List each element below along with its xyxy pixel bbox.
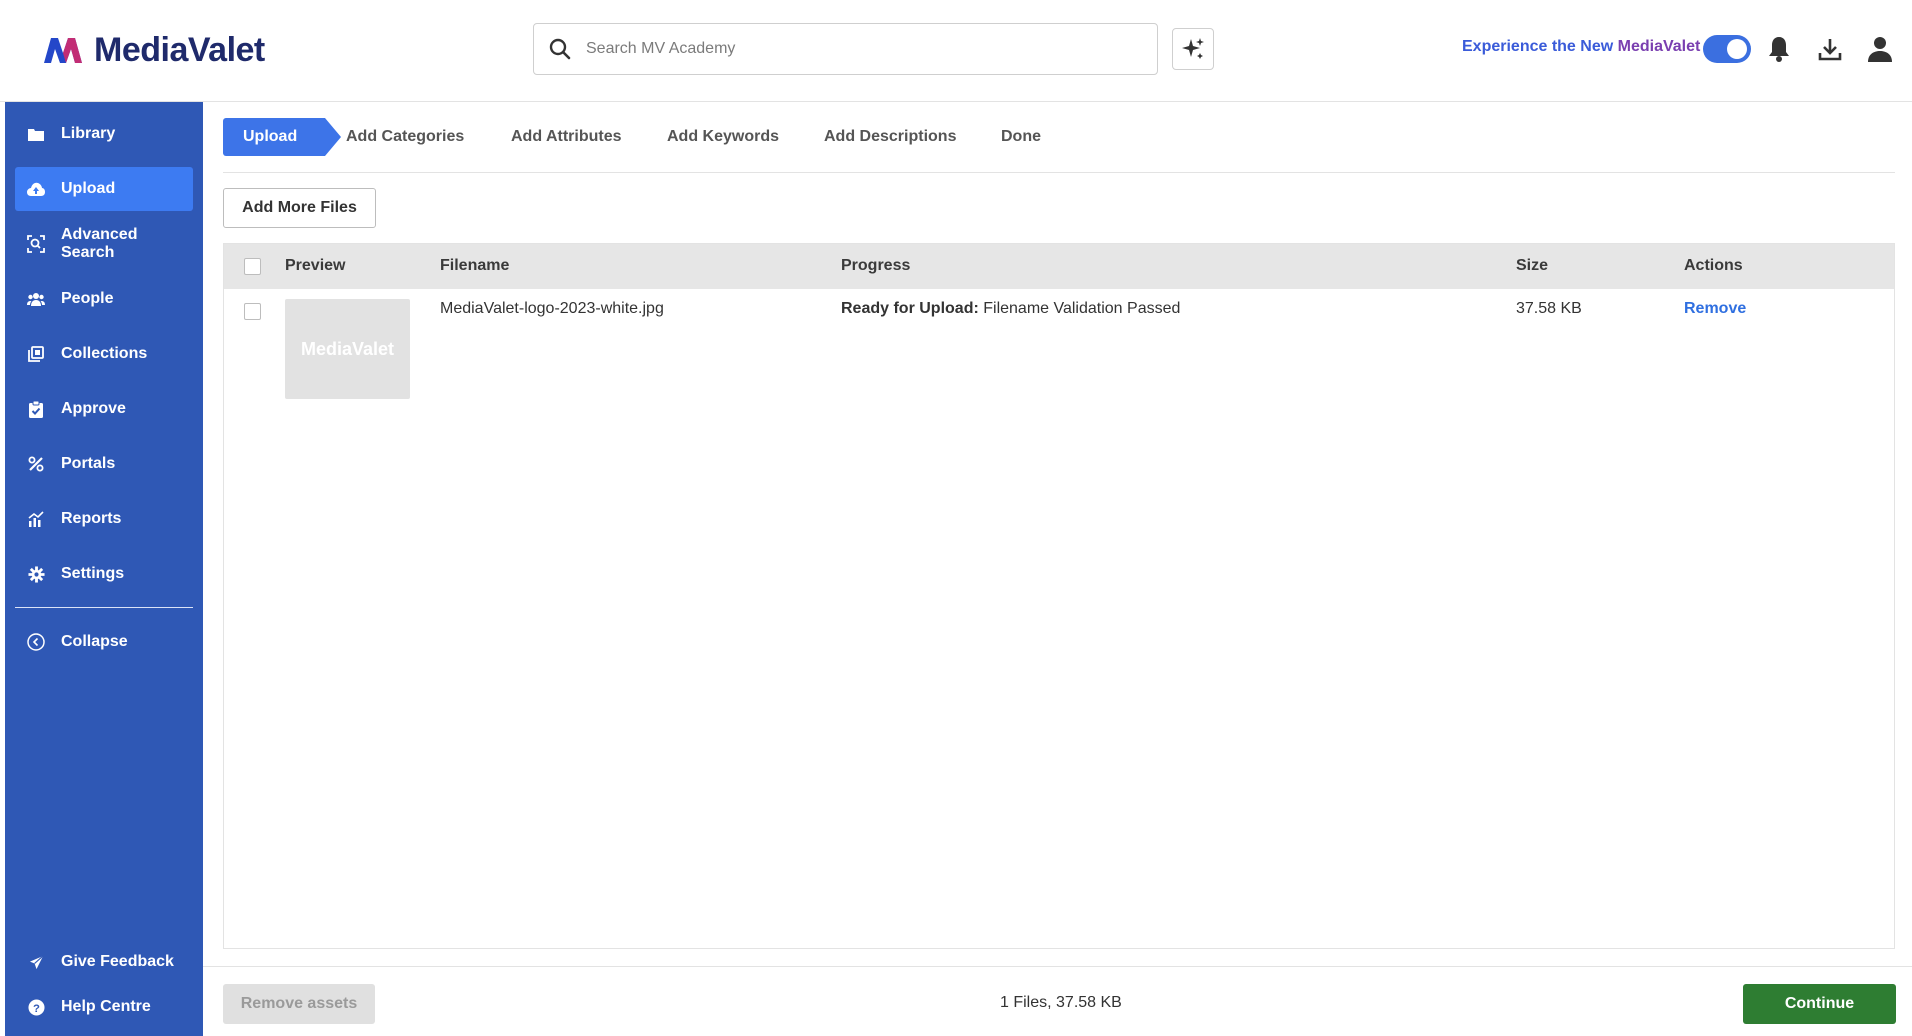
bell-icon[interactable] bbox=[1764, 33, 1794, 65]
svg-text:?: ? bbox=[33, 1002, 40, 1014]
sidebar-item-reports[interactable]: Reports bbox=[15, 497, 193, 541]
upload-steps: Upload bbox=[223, 118, 342, 156]
thumbnail-logo-text: MediaValet bbox=[300, 338, 395, 359]
sparkle-icon bbox=[1182, 38, 1204, 59]
sidebar-item-portals[interactable]: Portals bbox=[15, 442, 193, 486]
portals-icon bbox=[27, 455, 45, 473]
sidebar-collapse-button[interactable]: Collapse bbox=[15, 620, 193, 664]
remove-assets-button[interactable]: Remove assets bbox=[223, 984, 375, 1024]
toggle-knob bbox=[1727, 39, 1747, 59]
search-box[interactable] bbox=[533, 23, 1158, 75]
row-checkbox[interactable] bbox=[244, 303, 261, 320]
step-upload[interactable]: Upload bbox=[223, 118, 342, 156]
sidebar-item-label: Portals bbox=[61, 455, 116, 472]
mediavalet-logo-mark-icon bbox=[44, 38, 82, 63]
select-all-checkbox[interactable] bbox=[244, 258, 261, 275]
sidebar-item-library[interactable]: Library bbox=[15, 112, 193, 156]
sidebar-item-label: Reports bbox=[61, 510, 122, 527]
sidebar-item-people[interactable]: People bbox=[15, 277, 193, 321]
upload-summary: 1 Files, 37.58 KB bbox=[1000, 994, 1122, 1011]
progress-detail: Filename Validation Passed bbox=[978, 300, 1181, 317]
help-label: Help Centre bbox=[61, 998, 151, 1015]
sidebar-divider bbox=[15, 607, 193, 608]
upload-files-table: Preview Filename Progress Size Actions M… bbox=[223, 243, 1895, 949]
top-header: MediaValet Experience the New MediaValet bbox=[0, 0, 1912, 102]
row-progress: Ready for Upload: Filename Validation Pa… bbox=[841, 300, 1180, 318]
step-add-descriptions[interactable]: Add Descriptions bbox=[824, 128, 956, 146]
footer-divider bbox=[203, 966, 1912, 967]
ai-search-button[interactable] bbox=[1172, 28, 1214, 70]
help-icon: ? bbox=[27, 998, 45, 1016]
row-size: 37.58 KB bbox=[1516, 300, 1582, 317]
continue-button[interactable]: Continue bbox=[1743, 984, 1896, 1024]
search-icon bbox=[534, 37, 586, 61]
add-more-files-button[interactable]: Add More Files bbox=[223, 188, 376, 228]
row-filename: MediaValet-logo-2023-white.jpg bbox=[440, 300, 664, 317]
sidebar-item-label: Library bbox=[61, 125, 116, 142]
step-add-categories[interactable]: Add Categories bbox=[346, 128, 464, 146]
experience-new-label: Experience the New MediaValet bbox=[1462, 38, 1700, 56]
column-header-actions: Actions bbox=[1684, 257, 1743, 274]
send-icon bbox=[27, 953, 45, 971]
sidebar-item-upload[interactable]: Upload bbox=[15, 167, 193, 211]
sidebar-item-label: Upload bbox=[61, 180, 116, 197]
sidebar-item-approve[interactable]: Approve bbox=[15, 387, 193, 431]
chart-icon bbox=[27, 510, 45, 528]
sidebar-item-label: Advanced Search bbox=[61, 226, 138, 261]
sidebar-item-collections[interactable]: Collections bbox=[15, 332, 193, 376]
new-experience-toggle[interactable] bbox=[1703, 35, 1751, 63]
sidebar-item-settings[interactable]: Settings bbox=[15, 552, 193, 596]
sidebar-item-label: Settings bbox=[61, 565, 125, 582]
folder-icon bbox=[27, 125, 45, 143]
column-header-preview: Preview bbox=[285, 257, 346, 274]
experience-label-text: Experience the New bbox=[1462, 38, 1618, 55]
gear-icon bbox=[27, 565, 45, 583]
give-feedback-link[interactable]: Give Feedback bbox=[15, 940, 193, 984]
sidebar-item-advanced-search[interactable]: Advanced Search bbox=[15, 222, 193, 266]
logo-text: MediaValet bbox=[94, 30, 265, 69]
chevron-left-circle-icon bbox=[27, 633, 45, 651]
cloud-upload-icon bbox=[27, 180, 45, 198]
advanced-search-icon bbox=[27, 235, 45, 253]
sidebar-item-label: Approve bbox=[61, 400, 126, 417]
sidebar-nav: Library Upload Advanced Search People Co… bbox=[5, 102, 203, 1036]
asset-thumbnail[interactable]: MediaValet bbox=[285, 299, 410, 399]
help-centre-link[interactable]: ? Help Centre bbox=[15, 985, 193, 1029]
user-icon[interactable] bbox=[1865, 33, 1895, 65]
column-header-filename: Filename bbox=[440, 257, 510, 274]
step-add-keywords[interactable]: Add Keywords bbox=[667, 128, 779, 146]
experience-label-brand: MediaValet bbox=[1617, 38, 1701, 55]
column-header-progress: Progress bbox=[841, 257, 911, 274]
progress-status: Ready for Upload: bbox=[841, 300, 979, 317]
collections-icon bbox=[27, 345, 45, 363]
search-input[interactable] bbox=[586, 40, 1126, 58]
remove-link[interactable]: Remove bbox=[1684, 300, 1746, 318]
people-icon bbox=[27, 290, 45, 308]
sidebar-item-label: Collections bbox=[61, 345, 148, 362]
clipboard-check-icon bbox=[27, 400, 45, 418]
mediavalet-logo[interactable]: MediaValet bbox=[42, 30, 265, 70]
table-header: Preview Filename Progress Size Actions bbox=[224, 244, 1894, 289]
column-header-size: Size bbox=[1516, 257, 1549, 274]
collapse-label: Collapse bbox=[61, 633, 128, 650]
step-add-attributes[interactable]: Add Attributes bbox=[511, 128, 622, 146]
step-done[interactable]: Done bbox=[1001, 128, 1041, 146]
steps-divider bbox=[223, 172, 1895, 173]
sidebar-item-label: People bbox=[61, 290, 114, 307]
feedback-label: Give Feedback bbox=[61, 953, 174, 970]
download-icon[interactable] bbox=[1815, 33, 1845, 65]
